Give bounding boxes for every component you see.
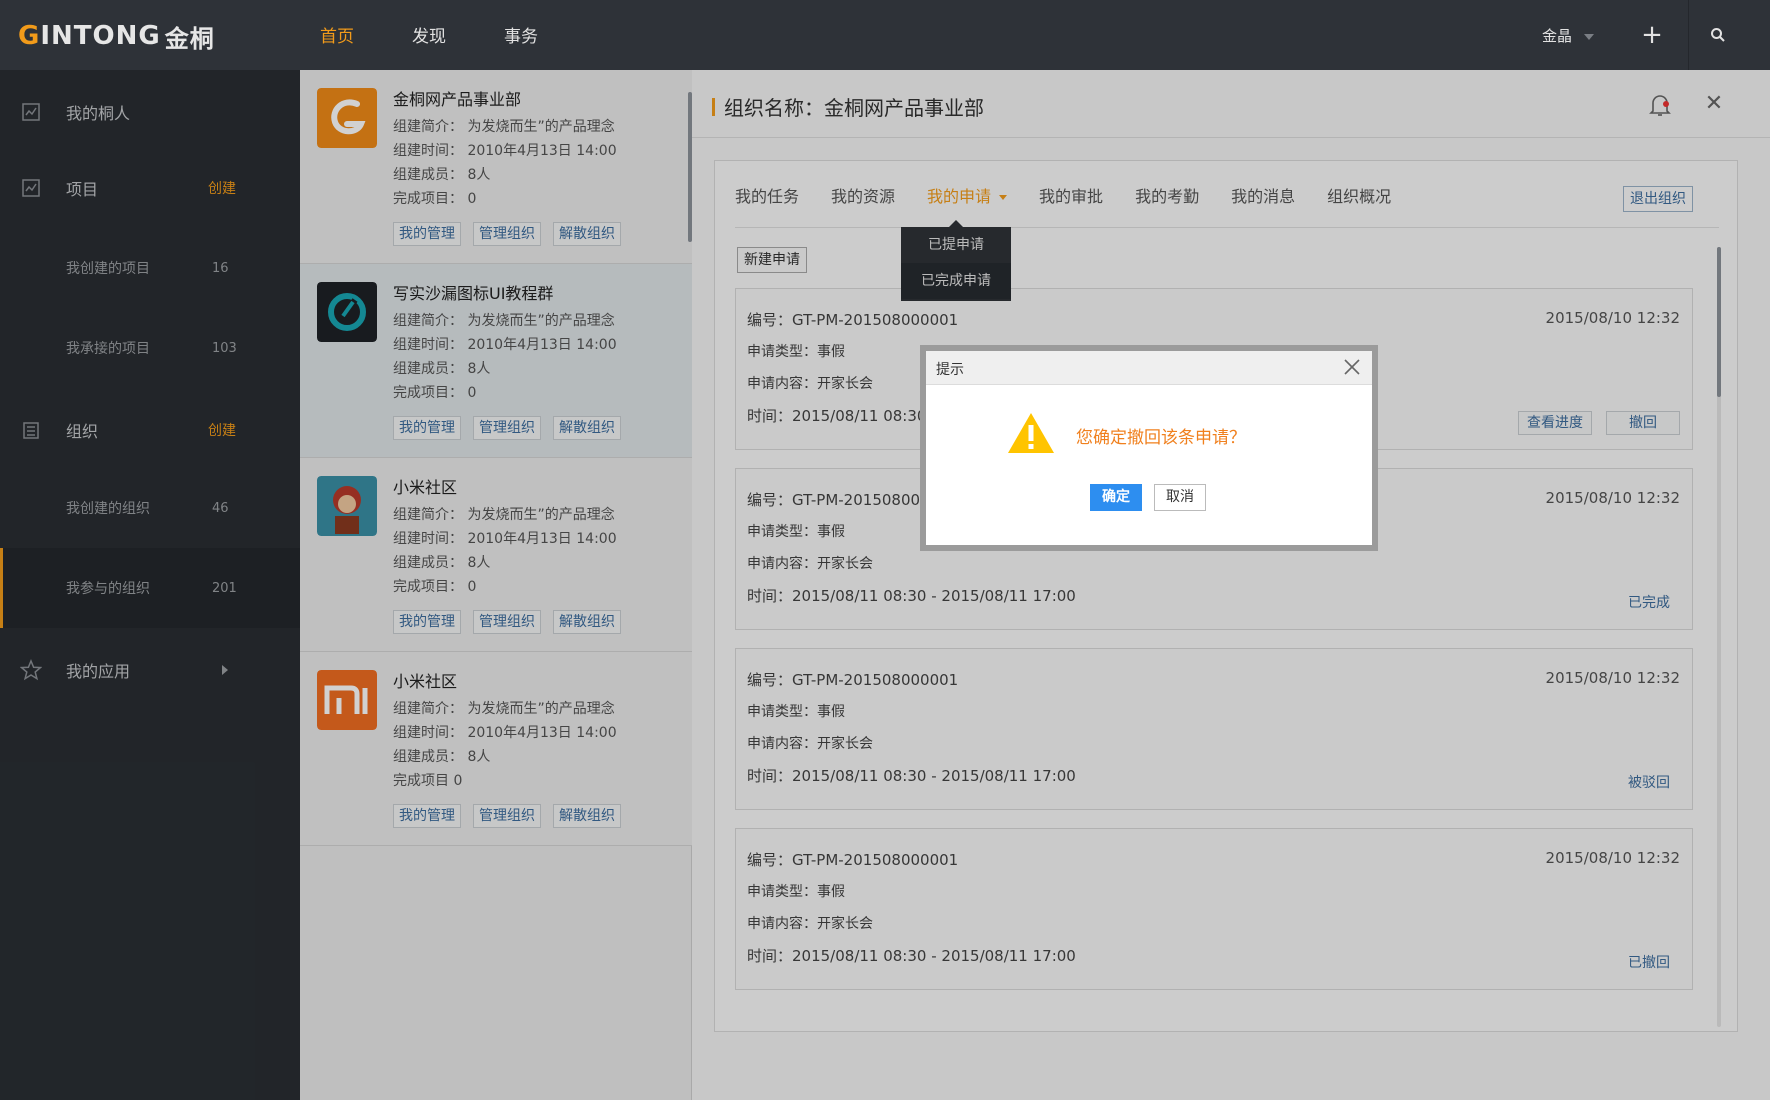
search-icon [1710, 28, 1725, 42]
warning-icon [1008, 413, 1054, 453]
confirm-button[interactable]: 确定 [1090, 484, 1142, 511]
nav-discover[interactable]: 发现 [412, 0, 446, 70]
nav-affairs[interactable]: 事务 [504, 0, 538, 70]
user-name: 金晶 [1542, 27, 1573, 45]
logo[interactable]: G INTONG 金桐 [18, 20, 215, 53]
cancel-button[interactable]: 取消 [1154, 484, 1206, 511]
search-button[interactable] [1688, 0, 1746, 70]
confirm-dialog: 提示 您确定撤回该条申请？ 确定 取消 [920, 345, 1378, 551]
caret-down-icon [1584, 33, 1595, 40]
plus-icon[interactable]: + [1632, 18, 1672, 52]
top-bar: G INTONG 金桐 首页 发现 事务 金晶 + [0, 0, 1770, 70]
nav-home[interactable]: 首页 [320, 0, 354, 70]
modal-overlay[interactable] [0, 70, 1770, 1100]
user-menu[interactable]: 金晶 [1542, 0, 1595, 70]
top-nav: 首页 发现 事务 [320, 0, 596, 70]
close-icon[interactable] [1340, 355, 1364, 379]
dialog-message: 您确定撤回该条申请？ [1076, 428, 1246, 448]
dialog-title: 提示 [936, 362, 964, 378]
